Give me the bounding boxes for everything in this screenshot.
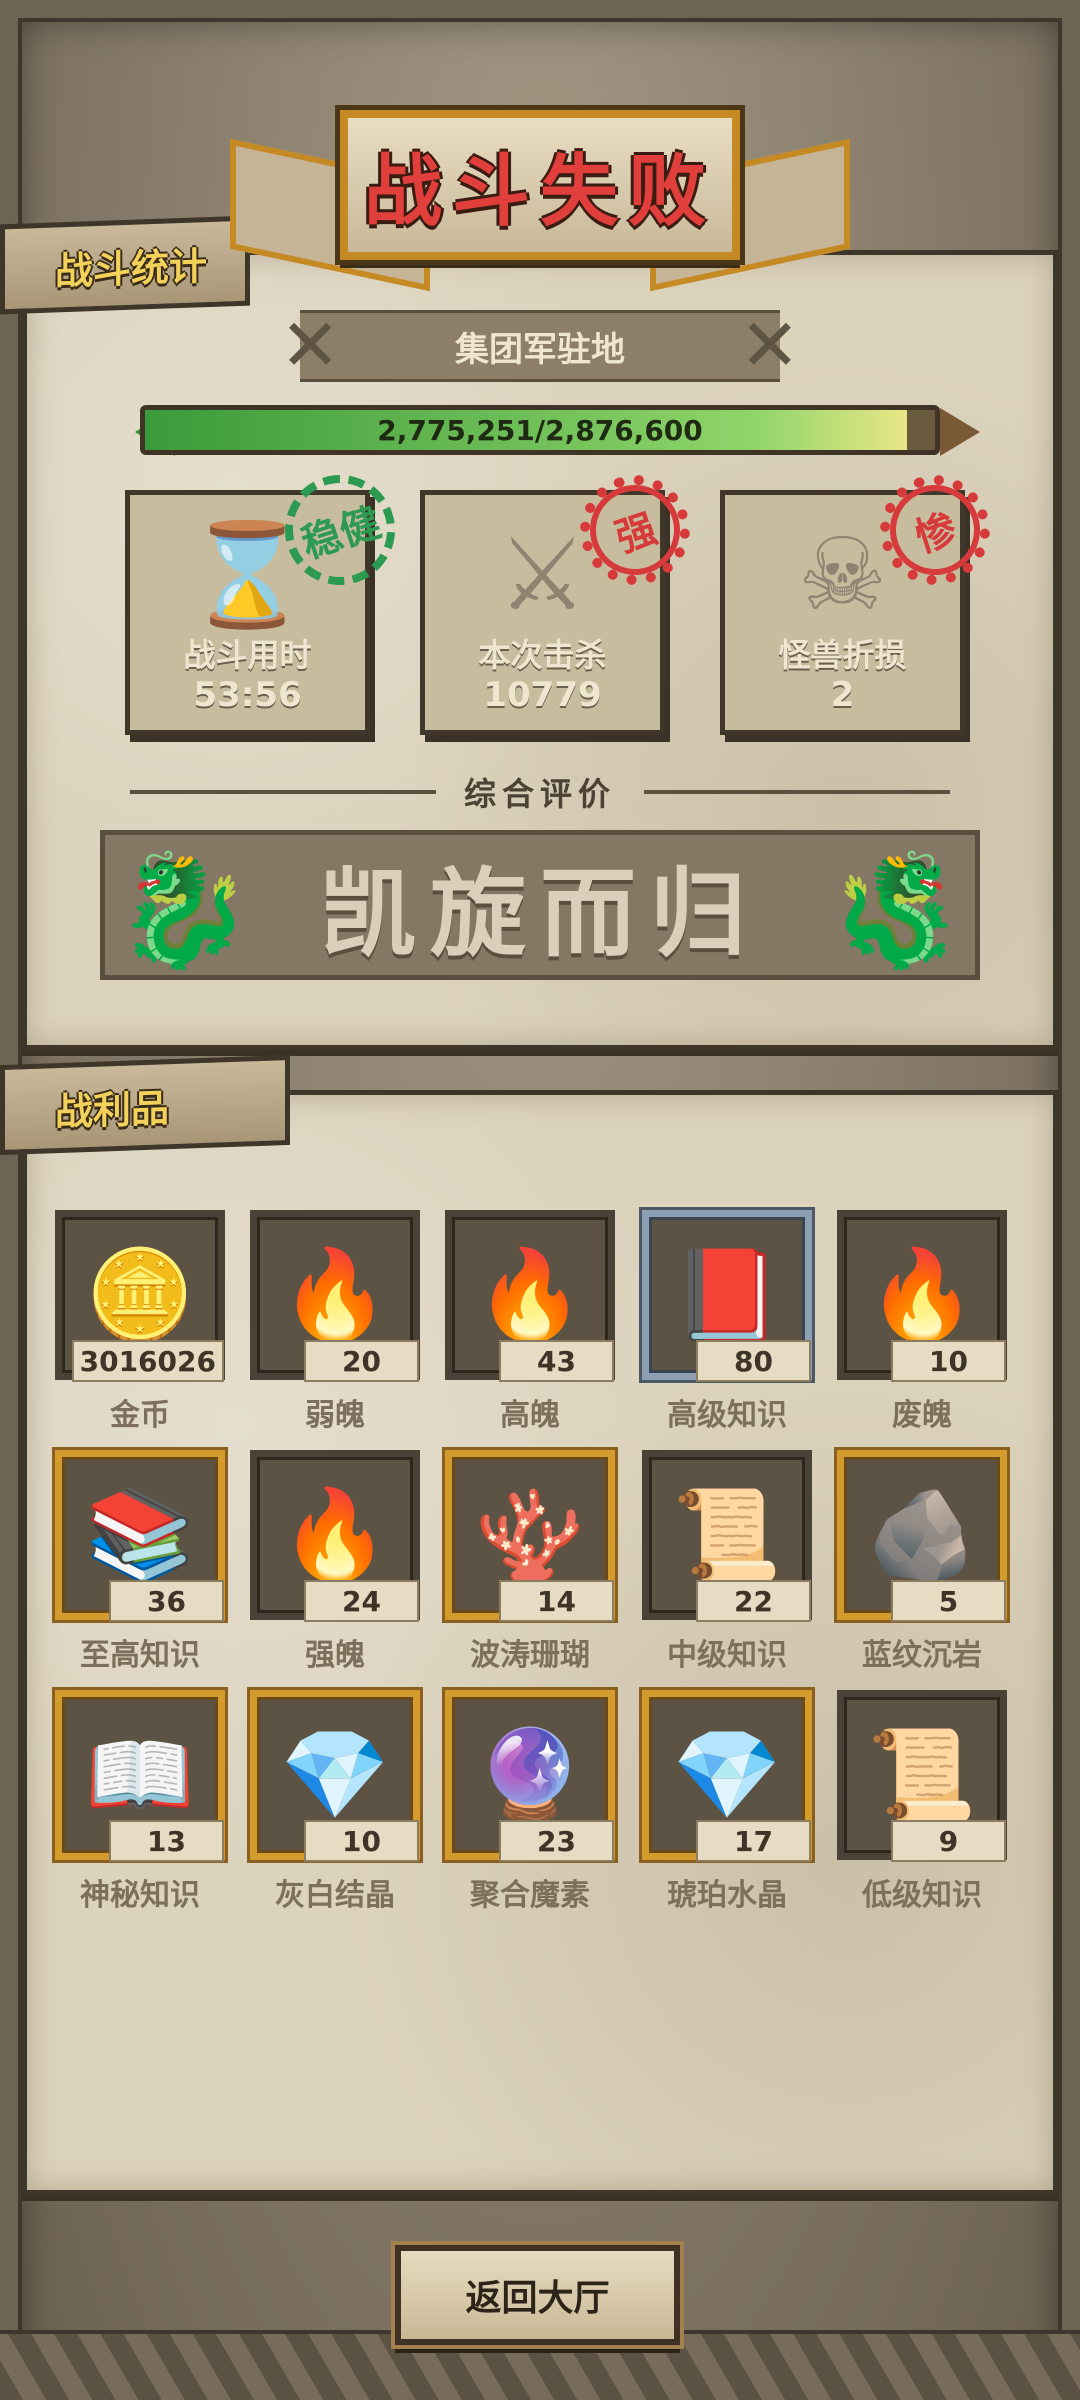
faint-flame-icon: 🔥 (867, 1243, 977, 1346)
loot-item-name: 神秘知识 (80, 1878, 200, 1913)
return-to-lobby-label: 返回大厅 (465, 2278, 610, 2319)
loot-tab: 战利品 (0, 1054, 290, 1156)
loot-item-name: 聚合魔素 (470, 1878, 590, 1913)
progress-text: 2,775,251/2,876,600 (377, 413, 703, 447)
coral-icon: 🪸 (475, 1483, 585, 1586)
small-flame-icon: 🔥 (280, 1243, 390, 1346)
loot-item-count: 43 (499, 1340, 614, 1382)
overall-rating-value: 凯旋而归 (320, 857, 760, 970)
loot-item[interactable]: 💎 10 灰白结晶 (247, 1690, 423, 1920)
crossed-blades-left-icon: ✕ (280, 303, 341, 387)
crossed-blades-right-icon: ✕ (739, 303, 800, 387)
loot-item-count: 23 (499, 1820, 614, 1862)
loot-item[interactable]: 📚 36 至高知识 (52, 1450, 228, 1680)
stat-value: 2 (830, 675, 855, 715)
loot-item-count: 3016026 (71, 1340, 224, 1382)
loot-item-count: 17 (696, 1820, 811, 1862)
purple-tome-icon: 📚 (85, 1483, 195, 1586)
loot-item[interactable]: 🪨 5 蓝纹沉岩 (834, 1450, 1010, 1680)
stat-card: ⌛ 战斗用时 53:56 稳健 (125, 460, 410, 735)
battle-stats-tab-label: 战斗统计 (55, 245, 208, 293)
loot-item-name: 弱魄 (305, 1398, 365, 1433)
dragon-head-right-icon: 🐉 (828, 846, 965, 974)
progress-right-cap (940, 408, 980, 456)
loot-item-count: 24 (304, 1580, 419, 1622)
loot-item-count: 36 (109, 1580, 224, 1622)
loot-item-name: 金币 (110, 1398, 170, 1433)
loot-item[interactable]: 📖 13 神秘知识 (52, 1690, 228, 1920)
location-banner: ✕ 集团军驻地 ✕ (280, 309, 800, 382)
loot-item[interactable]: 🔥 24 强魄 (247, 1450, 423, 1680)
ancient-tablet-icon: 📖 (85, 1723, 195, 1826)
loot-item-name: 强魄 (305, 1638, 365, 1673)
gray-crystal-icon: 💎 (280, 1723, 390, 1826)
stat-label: 怪兽折损 (778, 636, 907, 674)
loot-item-name: 高魄 (500, 1398, 560, 1433)
loot-item-count: 10 (304, 1820, 419, 1862)
loot-item[interactable]: 🔥 43 高魄 (442, 1210, 618, 1440)
loot-item-count: 20 (304, 1340, 419, 1382)
loot-item[interactable]: 📕 80 高级知识 (639, 1210, 815, 1440)
loot-item-name: 蓝纹沉岩 (862, 1638, 982, 1673)
stat-card: ⚔ 本次击杀 10779 强 (420, 460, 705, 735)
large-flame-icon: 🔥 (475, 1243, 585, 1346)
loot-item[interactable]: 🪙 3016026 金币 (52, 1210, 228, 1440)
stat-label: 本次击杀 (478, 636, 607, 674)
page-title: 战斗失败 (363, 147, 716, 235)
title-banner: 战斗失败 (230, 110, 850, 292)
magic-orb-icon: 🔮 (475, 1723, 585, 1826)
loot-item[interactable]: 🔥 20 弱魄 (247, 1210, 423, 1440)
loot-item-count: 10 (891, 1340, 1006, 1382)
loot-item-name: 波涛珊瑚 (470, 1638, 590, 1673)
loot-item-count: 9 (891, 1820, 1006, 1862)
loot-tab-label: 战利品 (55, 1087, 170, 1134)
scroll-icon: 📜 (672, 1483, 782, 1586)
overall-rating-label: 综合评价 (464, 775, 617, 813)
blue-rock-icon: 🪨 (867, 1483, 977, 1586)
loot-item-count: 80 (696, 1340, 811, 1382)
loot-item-count: 5 (891, 1580, 1006, 1622)
battle-stats-tab: 战斗统计 (0, 215, 250, 315)
loot-item-name: 高级知识 (667, 1398, 787, 1433)
loot-item-count: 13 (109, 1820, 224, 1862)
battle-progress-bar: 2,775,251/2,876,600 (140, 405, 940, 455)
loot-item[interactable]: 📜 22 中级知识 (639, 1450, 815, 1680)
loot-item-name: 废魄 (892, 1398, 952, 1433)
location-name: 集团军驻地 (455, 329, 625, 370)
dragon-head-left-icon: 🐉 (115, 846, 252, 974)
overall-rating-banner: 🐉 凯旋而归 🐉 (100, 830, 980, 980)
rolled-scroll-icon: 📜 (867, 1723, 977, 1826)
gold-coin-icon: 🪙 (85, 1243, 195, 1346)
overall-rating-divider: 综合评价 (130, 770, 951, 814)
return-to-lobby-button[interactable]: 返回大厅 (395, 2245, 680, 2345)
stat-value: 53:56 (193, 675, 302, 715)
loot-item-count: 22 (696, 1580, 811, 1622)
divider-line-left (130, 790, 436, 794)
loot-item-name: 琥珀水晶 (667, 1878, 787, 1913)
bound-book-icon: 📕 (672, 1243, 782, 1346)
loot-item[interactable]: 🔥 10 废魄 (834, 1210, 1010, 1440)
loot-item[interactable]: 📜 9 低级知识 (834, 1690, 1010, 1920)
strong-flame-icon: 🔥 (280, 1483, 390, 1586)
loot-item-name: 低级知识 (862, 1878, 982, 1913)
loot-item-name: 至高知识 (80, 1638, 200, 1673)
amber-crystal-icon: 💎 (672, 1723, 782, 1826)
loot-item-name: 中级知识 (667, 1638, 787, 1673)
loot-item-count: 14 (499, 1580, 614, 1622)
loot-item-name: 灰白结晶 (275, 1878, 395, 1913)
stat-value: 10779 (483, 675, 602, 715)
stat-label: 战斗用时 (183, 636, 312, 674)
loot-item[interactable]: 💎 17 琥珀水晶 (639, 1690, 815, 1920)
divider-line-right (644, 790, 951, 794)
stat-card: ☠ 怪兽折损 2 惨 (720, 460, 1005, 735)
loot-item[interactable]: 🔮 23 聚合魔素 (442, 1690, 618, 1920)
loot-item[interactable]: 🪸 14 波涛珊瑚 (442, 1450, 618, 1680)
title-plate: 战斗失败 (340, 110, 740, 260)
